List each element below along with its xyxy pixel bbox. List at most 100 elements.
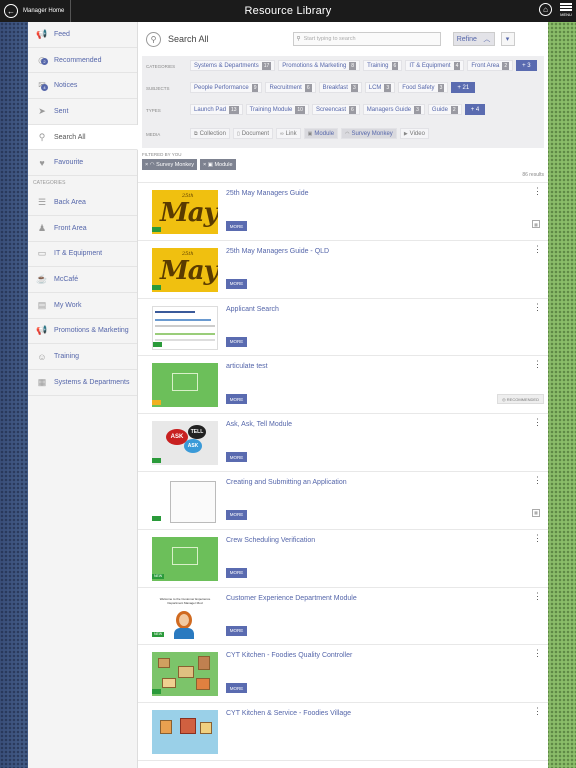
item-title[interactable]: Crew Scheduling Verification xyxy=(226,537,315,544)
person-desk-icon: ♟ xyxy=(37,222,47,233)
list-item[interactable]: ASK TELL ASK Ask, Ask, Tell Module MORE … xyxy=(138,414,548,472)
chip-label: Module xyxy=(314,130,335,137)
subject-chip[interactable]: Food Safety 3 xyxy=(398,82,449,93)
media-chip-survey-monkey[interactable]: ◠ Survey Monkey xyxy=(341,128,397,139)
menu-button[interactable]: MENU xyxy=(560,2,572,17)
sidebar-item-systems-departments[interactable]: ▦ Systems & Departments xyxy=(28,370,137,396)
subject-chip[interactable]: People Performance 9 xyxy=(190,82,263,93)
item-title[interactable]: Applicant Search xyxy=(226,306,279,313)
chip-label: People Performance xyxy=(194,84,249,91)
more-subjects-button[interactable]: + 21 xyxy=(451,82,476,93)
sidebar-item-front-area[interactable]: ♟ Front Area xyxy=(28,216,137,242)
list-item[interactable]: CYT Kitchen - Foodies Quality Controller… xyxy=(138,645,548,704)
category-chip[interactable]: Promotions & Marketing 8 xyxy=(278,60,361,71)
sidebar-item-back-area[interactable]: ☰ Back Area xyxy=(28,190,137,216)
sidebar-item-promotions-marketing[interactable]: 📢 Promotions & Marketing xyxy=(28,319,137,345)
refine-button[interactable]: Refine ︿ xyxy=(452,32,495,46)
category-chip[interactable]: IT & Equipment 4 xyxy=(405,60,465,71)
media-chip-link[interactable]: ∞ Link xyxy=(276,128,301,139)
more-categories-button[interactable]: + 3 xyxy=(516,60,537,71)
media-chip-document[interactable]: ▯ Document xyxy=(232,128,274,139)
thumbnail: NEW xyxy=(152,536,218,581)
type-chip[interactable]: Guide 2 xyxy=(427,104,462,115)
subject-chip[interactable]: Recruitment 6 xyxy=(265,82,316,93)
sidebar-item-feed[interactable]: 📢 Feed xyxy=(28,22,137,48)
list-item[interactable]: Creating and Submitting an Application M… xyxy=(138,472,548,530)
subjects-filter-row: SUBJECTS People Performance 9 Recruitment… xyxy=(142,82,544,100)
more-button[interactable]: MORE xyxy=(226,394,247,405)
type-chip[interactable]: Managers Guide 3 xyxy=(362,104,425,115)
list-item[interactable]: 25th May 25th May Managers Guide MORE ⋮ … xyxy=(138,183,548,241)
sidebar-item-label: Search All xyxy=(54,133,86,141)
more-types-button[interactable]: + 4 xyxy=(464,104,486,115)
media-chip-collection[interactable]: ⧉ Collection xyxy=(190,128,230,139)
list-item[interactable]: articulate test MORE ⋮ ◎ RECOMMENDED xyxy=(138,356,548,415)
kebab-menu-icon[interactable]: ⋮ xyxy=(533,244,542,254)
sidebar-item-label: Training xyxy=(54,353,80,361)
chip-label: Recruitment xyxy=(269,84,302,91)
sidebar-item-label: Front Area xyxy=(54,224,87,232)
sidebar-item-mccafe[interactable]: ☕ McCafé xyxy=(28,267,137,293)
sidebar-item-recommended[interactable]: ◎2 Recommended xyxy=(28,48,137,74)
category-chip[interactable]: Systems & Departments 17 xyxy=(190,60,276,71)
thumbnail-text: ASK xyxy=(184,439,202,454)
thumbnail xyxy=(152,710,218,755)
bookmark-filter-button[interactable]: ▾ xyxy=(500,32,515,46)
item-title[interactable]: Creating and Submitting an Application xyxy=(226,479,347,486)
module-tag xyxy=(153,341,162,347)
list-item[interactable]: 25th May 25th May Managers Guide - QLD M… xyxy=(138,241,548,299)
sidebar-item-it-equipment[interactable]: ▭ IT & Equipment xyxy=(28,242,137,268)
item-title[interactable]: 25th May Managers Guide - QLD xyxy=(226,248,329,255)
item-title[interactable]: 25th May Managers Guide xyxy=(226,190,309,197)
kebab-menu-icon[interactable]: ⋮ xyxy=(533,360,542,369)
sidebar-item-training[interactable]: ☺ Training xyxy=(28,344,137,370)
subject-chip[interactable]: LCM 3 xyxy=(364,82,396,93)
manager-home-button[interactable]: ← Manager Home xyxy=(0,0,72,22)
search-input[interactable]: ⚲ Start typing to search xyxy=(292,32,441,46)
item-title[interactable]: Ask, Ask, Tell Module xyxy=(226,421,292,428)
sidebar-item-sent[interactable]: ➤ Sent xyxy=(28,99,137,125)
item-title[interactable]: CYT Kitchen - Foodies Quality Controller xyxy=(226,652,352,659)
subject-chip[interactable]: Breakfast 3 xyxy=(318,82,362,93)
category-chip[interactable]: Front Area 2 xyxy=(467,60,514,71)
more-button[interactable]: MORE xyxy=(226,509,247,520)
home-icon[interactable]: ⌂ xyxy=(539,3,552,16)
list-item[interactable]: Welcome to the Customer Experience Depar… xyxy=(138,588,548,646)
list-item[interactable]: CYT Kitchen & Service - Foodies Village … xyxy=(138,703,548,761)
kebab-menu-icon[interactable]: ⋮ xyxy=(533,707,542,716)
type-chip[interactable]: Launch Pad 13 xyxy=(190,104,243,115)
kebab-menu-icon[interactable]: ⋮ xyxy=(533,302,542,312)
type-chip[interactable]: Screencast 6 xyxy=(311,104,360,115)
more-button[interactable]: MORE xyxy=(226,221,247,231)
category-chip[interactable]: Training 6 xyxy=(363,60,403,71)
sidebar-item-notices[interactable]: ✉4 Notices xyxy=(28,73,137,100)
list-item[interactable]: NEW Crew Scheduling Verification MORE ⋮ xyxy=(138,530,548,588)
kebab-menu-icon[interactable]: ⋮ xyxy=(533,533,542,543)
type-chip[interactable]: Training Module 10 xyxy=(245,104,309,115)
sidebar-item-search-all[interactable]: ⚲ Search All xyxy=(28,124,138,151)
sidebar-item-my-work[interactable]: ▤ My Work xyxy=(28,293,137,319)
more-button[interactable]: MORE xyxy=(226,336,247,347)
kebab-menu-icon[interactable]: ⋮ xyxy=(533,475,542,485)
more-button[interactable]: MORE xyxy=(226,278,247,289)
more-button[interactable]: MORE xyxy=(226,567,247,578)
cup-icon: ☕ xyxy=(36,274,48,285)
kebab-menu-icon[interactable]: ⋮ xyxy=(533,591,542,601)
more-button[interactable]: MORE xyxy=(226,452,247,463)
kebab-menu-icon[interactable]: ⋮ xyxy=(533,418,542,427)
active-filter-chip[interactable]: × ▣ Module xyxy=(199,159,236,170)
media-chip-video[interactable]: ▶ Video xyxy=(399,128,429,139)
media-chip-module[interactable]: ▣ Module xyxy=(303,128,339,139)
more-button[interactable]: MORE xyxy=(226,683,247,694)
active-filter-chip[interactable]: × ◠ Survey Monkey xyxy=(142,159,197,170)
item-title[interactable]: CYT Kitchen & Service - Foodies Village xyxy=(226,710,351,717)
list-item[interactable]: Applicant Search MORE ⋮ xyxy=(138,299,548,357)
more-button[interactable]: MORE xyxy=(226,625,247,636)
item-title[interactable]: Customer Experience Department Module xyxy=(226,595,357,602)
kebab-menu-icon[interactable]: ⋮ xyxy=(533,649,542,658)
sidebar-item-favourite[interactable]: ♥ Favourite xyxy=(28,150,137,177)
module-tag xyxy=(152,458,161,464)
item-title[interactable]: articulate test xyxy=(226,363,268,370)
recommended-badge: ◎ RECOMMENDED xyxy=(497,394,544,405)
kebab-menu-icon[interactable]: ⋮ xyxy=(533,187,542,196)
